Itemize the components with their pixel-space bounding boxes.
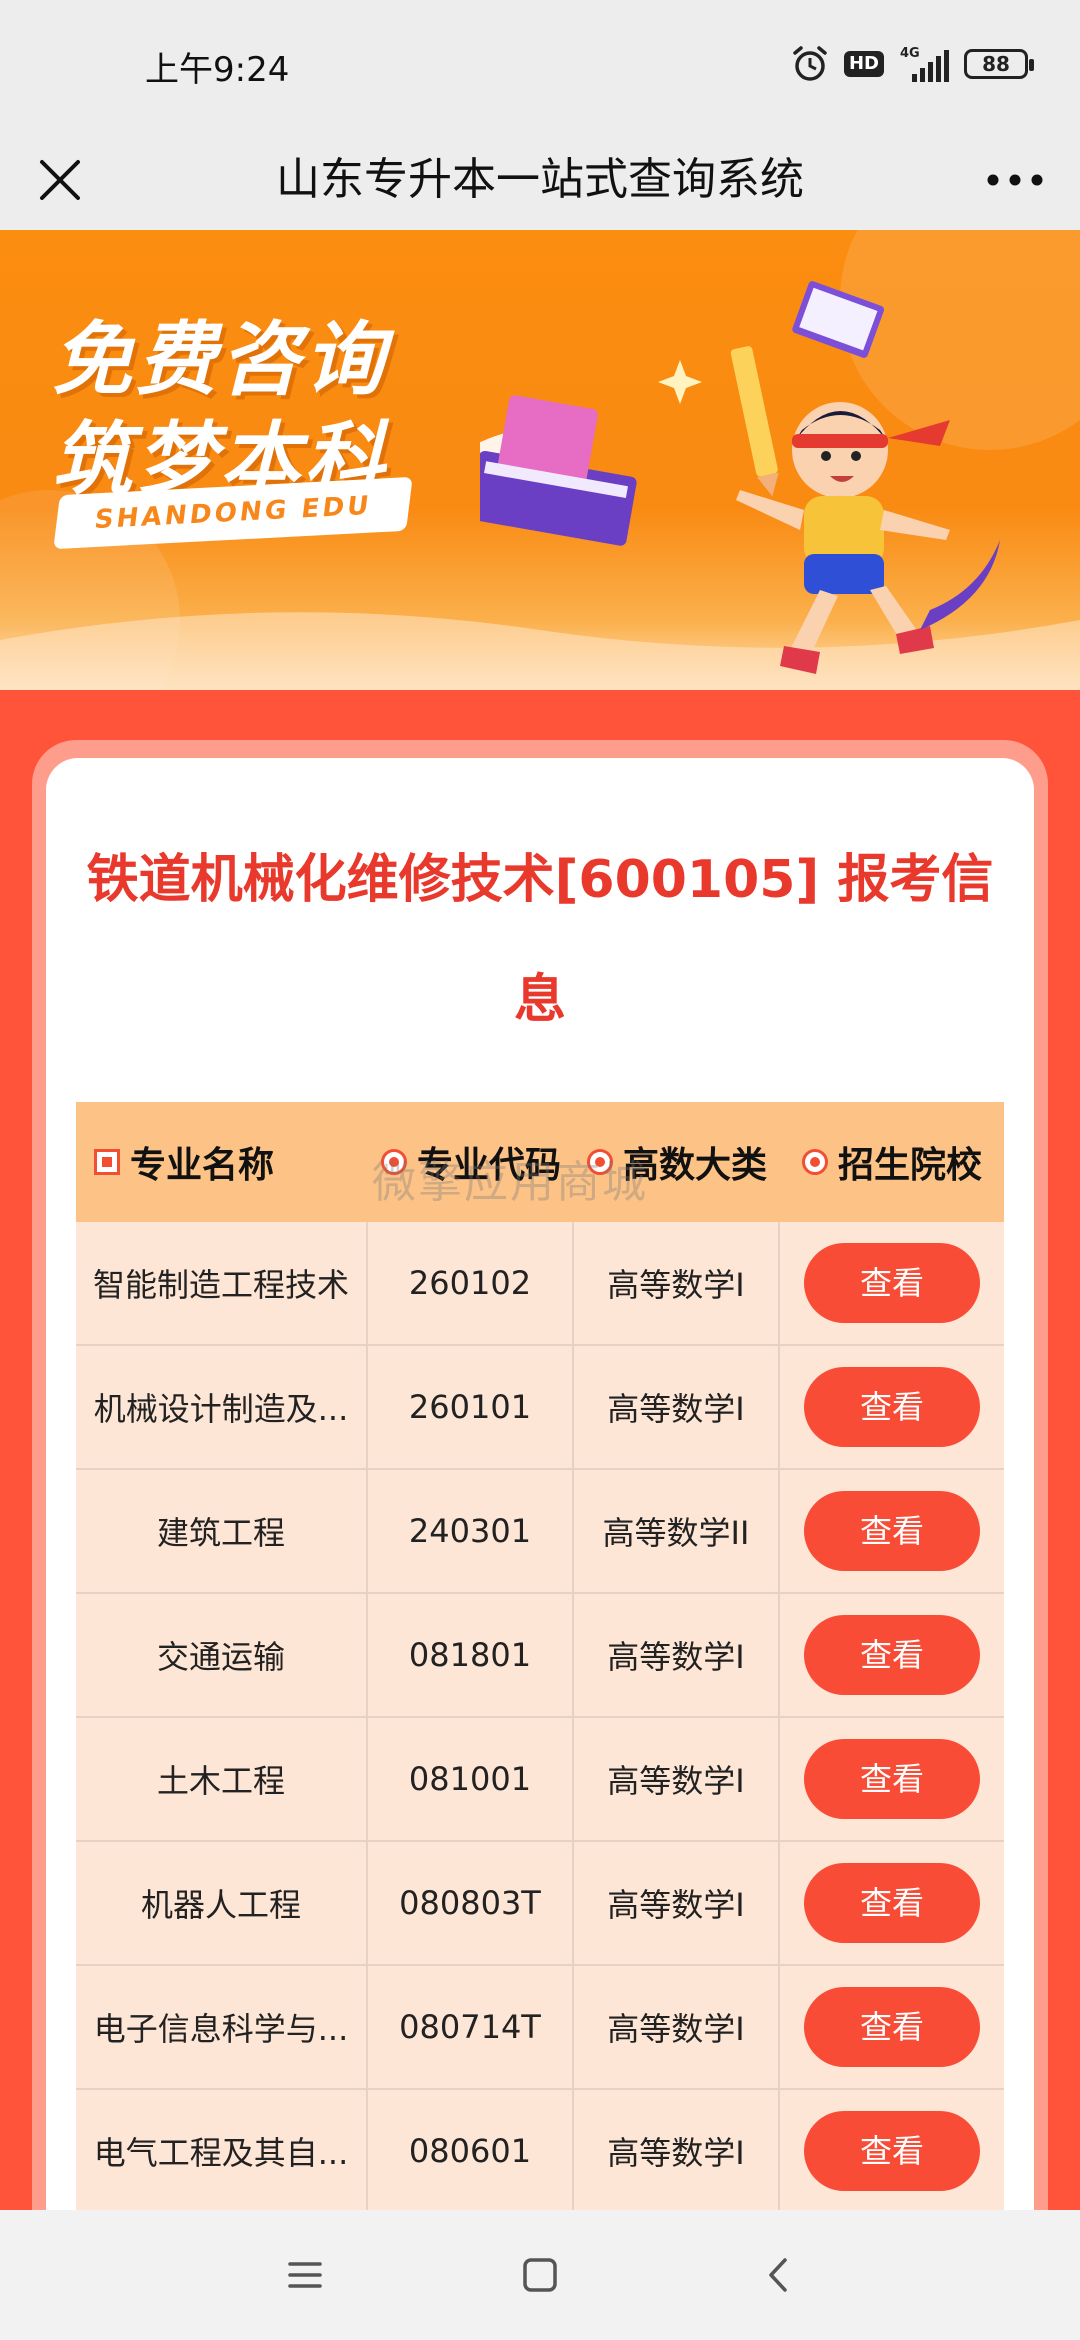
math-category-cell: 高等数学I: [574, 1966, 780, 2088]
home-icon[interactable]: [515, 2250, 565, 2300]
major-name-cell: 电子信息科学与...: [76, 1966, 368, 2088]
table-row: 建筑工程 240301 高等数学II 查看: [76, 1470, 1004, 1594]
math-category-cell: 高等数学II: [574, 1470, 780, 1592]
schools-cell: 查看: [780, 1594, 1004, 1716]
major-name-cell: 智能制造工程技术: [76, 1222, 368, 1344]
status-bar: 上午9:24 HD 4G 88: [0, 0, 1080, 130]
card-title: 铁道机械化维修技术[600105] 报考信息: [86, 850, 994, 1030]
schools-cell: 查看: [780, 1966, 1004, 2088]
svg-text:4G: 4G: [900, 46, 920, 61]
major-code-cell: 080714T: [368, 1966, 574, 2088]
table-header: 专业名称 专业代码 高数大类 招生院校: [76, 1102, 1004, 1222]
table-row: 机器人工程 080803T 高等数学I 查看: [76, 1842, 1004, 1966]
alarm-icon: [793, 46, 827, 81]
table-row: 电气工程及其自... 080601 高等数学I 查看: [76, 2090, 1004, 2214]
status-icons: HD 4G 88: [790, 40, 1034, 88]
round-marker-icon: [801, 1149, 828, 1175]
major-name-cell: 土木工程: [76, 1718, 368, 1840]
column-header-label: 招生院校: [837, 1145, 982, 1186]
student-jumping-illustration: [480, 281, 1000, 674]
column-header-label: 专业名称: [130, 1145, 275, 1186]
math-category-cell: 高等数学I: [574, 1718, 780, 1840]
major-code-cell: 081801: [368, 1594, 574, 1716]
round-marker-icon: [586, 1149, 613, 1175]
view-button[interactable]: 查看: [804, 1987, 980, 2067]
system-nav-bar: [0, 2210, 1080, 2340]
major-code-cell: 260102: [368, 1222, 574, 1344]
major-name-cell: 建筑工程: [76, 1470, 368, 1592]
column-header-math: 高数大类: [574, 1136, 780, 1188]
back-icon[interactable]: [755, 2250, 805, 2300]
table-body: 智能制造工程技术 260102 高等数学I 查看 机械设计制造及... 2601…: [76, 1222, 1004, 2214]
table-row: 交通运输 081801 高等数学I 查看: [76, 1594, 1004, 1718]
view-button[interactable]: 查看: [804, 1367, 980, 1447]
square-marker-icon: [94, 1149, 120, 1175]
banner-headline-1: 免费咨询: [52, 313, 388, 406]
column-header-schools: 招生院校: [780, 1136, 1004, 1188]
menu-icon[interactable]: [280, 2250, 330, 2300]
column-header-label: 专业代码: [416, 1145, 561, 1186]
major-code-cell: 080601: [368, 2090, 574, 2212]
title-bar: 山东专升本一站式查询系统: [0, 130, 1080, 230]
major-name-cell: 交通运输: [76, 1594, 368, 1716]
schools-cell: 查看: [780, 1346, 1004, 1468]
schools-cell: 查看: [780, 1842, 1004, 1964]
major-code-cell: 240301: [368, 1470, 574, 1592]
table-row: 智能制造工程技术 260102 高等数学I 查看: [76, 1222, 1004, 1346]
promo-banner[interactable]: 免费咨询 筑梦本科 SHANDONG EDU: [0, 230, 1080, 690]
major-name-cell: 机器人工程: [76, 1842, 368, 1964]
schools-cell: 查看: [780, 1718, 1004, 1840]
status-time: 上午9:24: [145, 50, 290, 90]
math-category-cell: 高等数学I: [574, 1594, 780, 1716]
schools-cell: 查看: [780, 1222, 1004, 1344]
view-button[interactable]: 查看: [804, 1615, 980, 1695]
view-button[interactable]: 查看: [804, 2111, 980, 2191]
view-button[interactable]: 查看: [804, 1243, 980, 1323]
table-row: 电子信息科学与... 080714T 高等数学I 查看: [76, 1966, 1004, 2090]
page-title: 山东专升本一站式查询系统: [276, 154, 804, 205]
hd-icon: HD: [843, 51, 884, 77]
view-button[interactable]: 查看: [804, 1491, 980, 1571]
math-category-cell: 高等数学I: [574, 1222, 780, 1344]
view-button[interactable]: 查看: [804, 1863, 980, 1943]
major-code-cell: 080803T: [368, 1842, 574, 1964]
more-icon[interactable]: [980, 150, 1050, 210]
math-category-cell: 高等数学I: [574, 2090, 780, 2212]
round-marker-icon: [380, 1149, 407, 1175]
major-name-cell: 电气工程及其自...: [76, 2090, 368, 2212]
column-header-major: 专业名称: [76, 1136, 368, 1188]
view-button[interactable]: 查看: [804, 1739, 980, 1819]
table-row: 机械设计制造及... 260101 高等数学I 查看: [76, 1346, 1004, 1470]
schools-cell: 查看: [780, 2090, 1004, 2212]
major-code-cell: 081001: [368, 1718, 574, 1840]
battery-icon: 88: [964, 49, 1034, 79]
math-category-cell: 高等数学I: [574, 1842, 780, 1964]
table-row: 土木工程 081001 高等数学I 查看: [76, 1718, 1004, 1842]
column-header-label: 高数大类: [622, 1145, 767, 1186]
signal-icon: 4G: [900, 46, 949, 82]
major-name-cell: 机械设计制造及...: [76, 1346, 368, 1468]
major-code-cell: 260101: [368, 1346, 574, 1468]
column-header-code: 专业代码: [368, 1136, 574, 1188]
math-category-cell: 高等数学I: [574, 1346, 780, 1468]
schools-cell: 查看: [780, 1470, 1004, 1592]
